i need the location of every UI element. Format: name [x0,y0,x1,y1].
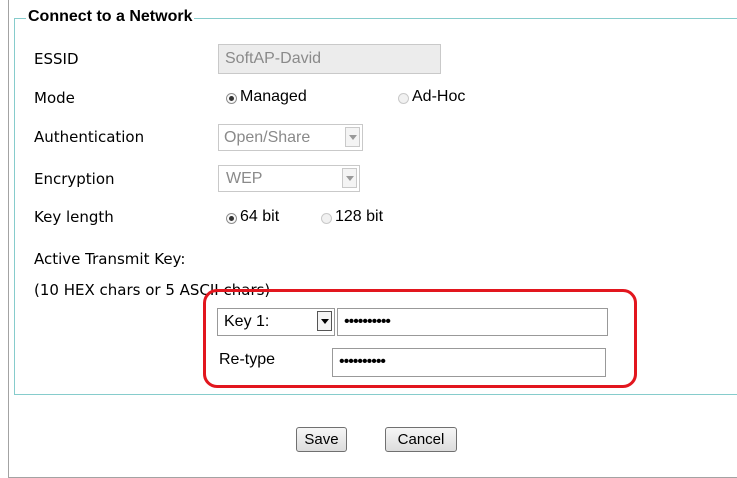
fieldset-legend: Connect to a Network [26,8,195,26]
retype-password-field[interactable]: •••••••••• [332,348,606,377]
encryption-label: Encryption [34,170,115,188]
transmit-key-select[interactable]: Key 1: [217,308,335,336]
key-128bit-radio[interactable] [321,213,332,224]
mode-managed-radio[interactable] [226,93,237,104]
chevron-down-icon [342,168,357,188]
chevron-down-icon [345,127,360,147]
cancel-button[interactable]: Cancel [385,427,457,452]
encryption-value: WEP [226,170,263,187]
encryption-select[interactable]: WEP [218,165,360,192]
key-64bit-radio[interactable] [226,213,237,224]
mode-label: Mode [34,89,75,107]
retype-label: Re-type [219,351,276,368]
key-password-value: •••••••••• [344,313,391,330]
essid-field[interactable]: SoftAP-David [218,44,441,74]
mode-adhoc-radio[interactable] [398,93,409,104]
essid-value: SoftAP-David [225,50,322,67]
key-64bit-label: 64 bit [240,208,280,225]
save-button[interactable]: Save [296,427,347,452]
authentication-label: Authentication [34,128,145,146]
mode-adhoc-label: Ad-Hoc [412,88,466,105]
transmit-key-select-value: Key 1: [224,313,270,330]
transmit-key-label: Active Transmit Key: [34,250,186,268]
chevron-down-icon [317,311,332,331]
authentication-value: Open/Share [224,129,311,146]
key-128bit-label: 128 bit [335,208,384,225]
key-password-field[interactable]: •••••••••• [337,308,608,336]
authentication-select[interactable]: Open/Share [218,124,363,151]
key-length-label: Key length [34,208,114,226]
retype-password-value: •••••••••• [339,353,386,370]
mode-managed-label: Managed [240,88,307,105]
essid-label: ESSID [34,50,79,68]
